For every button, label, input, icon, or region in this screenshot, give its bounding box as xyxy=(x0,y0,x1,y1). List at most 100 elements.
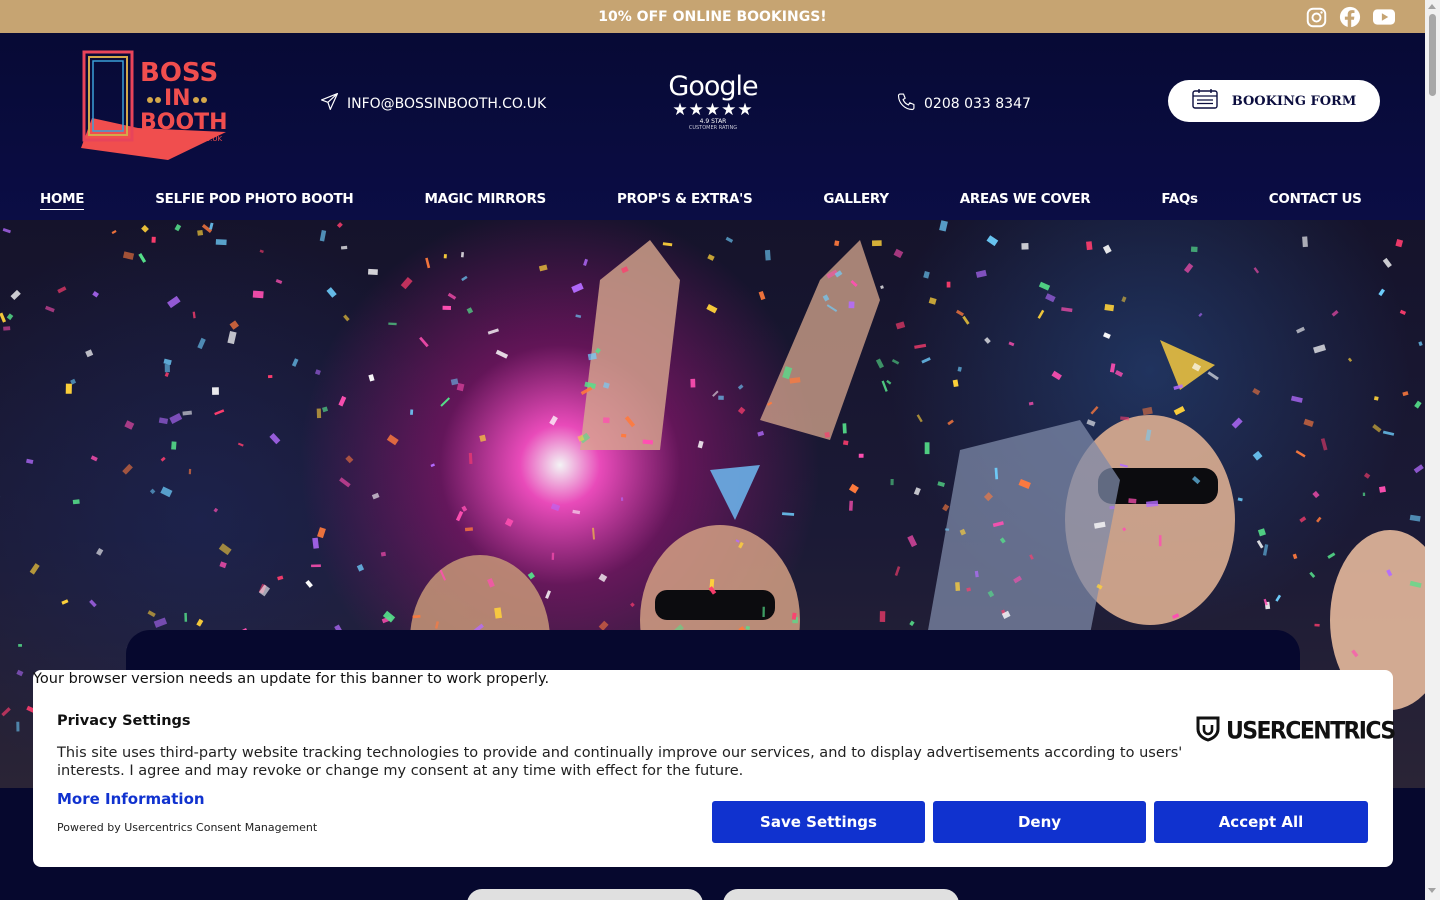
confetti-piece xyxy=(1114,369,1124,377)
confetti-piece xyxy=(1373,396,1379,401)
nav-item-props-extras[interactable]: PROP'S & EXTRA'S xyxy=(617,191,753,210)
confetti-piece xyxy=(371,492,380,500)
nav-item-home[interactable]: HOME xyxy=(40,191,85,210)
confetti-piece xyxy=(184,612,188,622)
confetti-piece xyxy=(345,455,354,464)
confetti-piece xyxy=(538,264,548,272)
confetti-piece xyxy=(275,278,283,284)
confetti-piece xyxy=(356,564,365,572)
confetti-piece xyxy=(164,364,170,373)
phone-text: 0208 033 8347 xyxy=(924,96,1031,112)
confetti-piece xyxy=(57,286,67,294)
confetti-piece xyxy=(450,378,459,386)
confetti-piece xyxy=(1090,405,1099,415)
confetti-piece xyxy=(725,236,734,243)
confetti-piece xyxy=(764,249,771,261)
confetti-piece xyxy=(1021,243,1029,250)
confetti-piece xyxy=(1190,246,1198,253)
deny-button[interactable]: Deny xyxy=(933,801,1146,843)
confetti-piece xyxy=(209,222,214,230)
scroll-thumb[interactable] xyxy=(1429,14,1436,96)
confetti-piece xyxy=(89,599,97,608)
confetti-piece xyxy=(442,305,451,310)
confetti-piece xyxy=(1120,416,1130,421)
confetti-piece xyxy=(460,251,464,258)
confetti-piece xyxy=(122,251,135,260)
phone-link[interactable]: 0208 033 8347 xyxy=(896,92,1031,116)
confetti-piece xyxy=(141,224,149,233)
confetti-piece xyxy=(368,374,375,382)
nav-item-selfie-pod[interactable]: SELFIE POD PHOTO BOOTH xyxy=(155,191,354,210)
confetti-piece xyxy=(343,314,350,322)
consent-text: This site uses third-party website track… xyxy=(57,745,1183,779)
facebook-icon[interactable] xyxy=(1339,6,1361,28)
scroll-down-arrow[interactable] xyxy=(1428,888,1436,893)
site-logo[interactable]: BOSS IN BOOTH CO.UK xyxy=(78,48,228,160)
confetti-piece xyxy=(886,379,892,385)
confetti-piece xyxy=(909,620,915,627)
confetti-piece xyxy=(85,349,94,358)
confetti-piece xyxy=(921,357,931,364)
confetti-piece xyxy=(1262,544,1269,556)
confetti-piece xyxy=(690,378,696,388)
confetti-piece xyxy=(6,313,14,321)
nav-item-areas[interactable]: AREAS WE COVER xyxy=(960,191,1091,210)
confetti-piece xyxy=(1173,405,1186,416)
confetti-piece xyxy=(575,314,582,318)
confetti-piece xyxy=(479,434,487,442)
nav-item-magic-mirrors[interactable]: MAGIC MIRRORS xyxy=(424,191,546,210)
confetti-piece xyxy=(757,430,765,437)
confetti-piece xyxy=(894,566,901,576)
nav-item-faqs[interactable]: FAQs xyxy=(1161,191,1198,210)
confetti-piece xyxy=(1320,438,1328,451)
confetti-piece xyxy=(1198,312,1203,317)
instagram-icon[interactable] xyxy=(1305,6,1327,28)
confetti-piece xyxy=(620,497,624,501)
confetti-piece xyxy=(45,305,55,313)
confetti-piece xyxy=(1275,594,1282,602)
confetti-piece xyxy=(1061,307,1073,313)
confetti-piece xyxy=(1102,244,1112,254)
confetti-piece xyxy=(621,433,627,438)
scroll-up-arrow[interactable] xyxy=(1428,4,1436,9)
more-information-link[interactable]: More Information xyxy=(57,790,205,808)
confetti-piece xyxy=(237,442,244,447)
confetti-piece xyxy=(928,297,937,305)
confetti-piece xyxy=(90,455,98,462)
confetti-piece xyxy=(1362,492,1366,497)
confetti-piece xyxy=(29,563,40,575)
card-pill-left[interactable] xyxy=(467,889,703,900)
confetti-piece xyxy=(169,413,183,424)
confetti-piece xyxy=(662,242,673,247)
send-icon xyxy=(320,92,339,115)
confetti-piece xyxy=(952,379,959,388)
youtube-icon[interactable] xyxy=(1373,6,1395,28)
confetti-piece xyxy=(461,275,468,282)
nav-item-gallery[interactable]: GALLERY xyxy=(823,191,889,210)
confetti-piece xyxy=(1292,553,1298,560)
booking-form-button[interactable]: BOOKING FORM xyxy=(1168,80,1380,122)
confetti-piece xyxy=(895,321,906,330)
confetti-piece xyxy=(782,512,795,516)
confetti-piece xyxy=(527,572,535,580)
confetti-piece xyxy=(718,395,724,400)
confetti-piece xyxy=(461,505,468,512)
confetti-piece xyxy=(174,223,182,232)
confetti-piece xyxy=(455,510,464,522)
save-settings-button[interactable]: Save Settings xyxy=(712,801,925,843)
confetti-piece xyxy=(0,312,7,323)
confetti-piece xyxy=(891,359,900,365)
confetti-piece xyxy=(1299,516,1307,523)
google-rating[interactable]: Google ★★★★★ 4.9 STAR CUSTOMER RATING xyxy=(664,71,762,137)
email-link[interactable]: INFO@BOSSINBOOTH.CO.UK xyxy=(320,92,546,115)
confetti-piece xyxy=(1372,423,1382,433)
confetti-piece xyxy=(138,253,147,263)
page-scrollbar[interactable] xyxy=(1425,0,1440,900)
confetti-piece xyxy=(338,395,347,407)
logo-suffix: CO.UK xyxy=(200,135,222,143)
confetti-piece xyxy=(1183,263,1194,274)
confetti-piece xyxy=(1316,516,1322,523)
card-pill-right[interactable] xyxy=(723,889,959,900)
nav-item-contact[interactable]: CONTACT US xyxy=(1269,191,1362,210)
accept-all-button[interactable]: Accept All xyxy=(1154,801,1368,843)
